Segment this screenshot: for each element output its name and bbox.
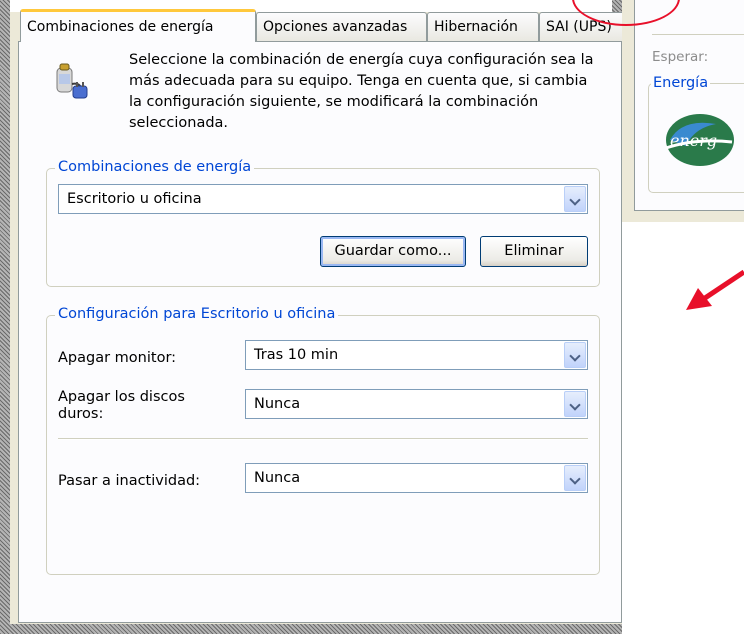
- tab-advanced[interactable]: Opciones avanzadas: [256, 12, 427, 41]
- energy-legend: Energía: [651, 73, 711, 93]
- chevron-down-icon[interactable]: [564, 186, 586, 212]
- save-as-button[interactable]: Guardar como...: [320, 236, 466, 267]
- hard-disks-select[interactable]: Nunca: [245, 389, 588, 419]
- chevron-down-icon[interactable]: [564, 465, 586, 491]
- monitor-value: Tras 10 min: [254, 347, 339, 363]
- monitor-select[interactable]: Tras 10 min: [245, 340, 588, 370]
- annotation-arrow-icon: [680, 260, 744, 320]
- chevron-down-icon[interactable]: [564, 342, 586, 368]
- power-schemes-page: Seleccione la combinación de energía cuy…: [18, 41, 622, 623]
- scheme-settings-legend: Configuración para Escritorio u oficina: [55, 304, 339, 324]
- intro-text: Seleccione la combinación de energía cuy…: [129, 52, 594, 131]
- svg-text:energ: energ: [670, 131, 717, 150]
- power-schemes-group: Combinaciones de energía Escritorio u of…: [46, 157, 600, 287]
- settings-separator: [58, 438, 588, 440]
- tab-power-schemes[interactable]: Combinaciones de energía: [20, 9, 256, 42]
- power-scheme-icon: [51, 60, 91, 102]
- power-options-dialog: Combinaciones de energía Opciones avanza…: [10, 9, 629, 624]
- hard-disks-label: Apagar los discos duros:: [58, 389, 185, 422]
- hard-disks-value: Nunca: [254, 396, 301, 412]
- tab-hibernate[interactable]: Hibernación: [427, 12, 539, 41]
- chevron-down-icon[interactable]: [564, 391, 586, 417]
- standby-select[interactable]: Nunca: [245, 463, 588, 493]
- power-scheme-select[interactable]: Escritorio u oficina: [58, 184, 588, 214]
- secondary-window: Esperar: Energía energ: [572, 0, 744, 222]
- separator-line: [652, 34, 744, 35]
- standby-label: Pasar a inactividad:: [58, 473, 201, 489]
- background-hatch: [0, 0, 10, 634]
- standby-value: Nunca: [254, 470, 301, 486]
- wait-label: Esperar:: [652, 49, 709, 65]
- power-scheme-value: Escritorio u oficina: [67, 191, 202, 207]
- power-schemes-legend: Combinaciones de energía: [55, 157, 255, 177]
- energy-star-logo: energ: [656, 106, 744, 166]
- scheme-settings-group: Configuración para Escritorio u oficina …: [46, 304, 600, 575]
- background-hatch: [0, 624, 622, 634]
- delete-button[interactable]: Eliminar: [480, 236, 588, 267]
- monitor-label: Apagar monitor:: [58, 350, 177, 366]
